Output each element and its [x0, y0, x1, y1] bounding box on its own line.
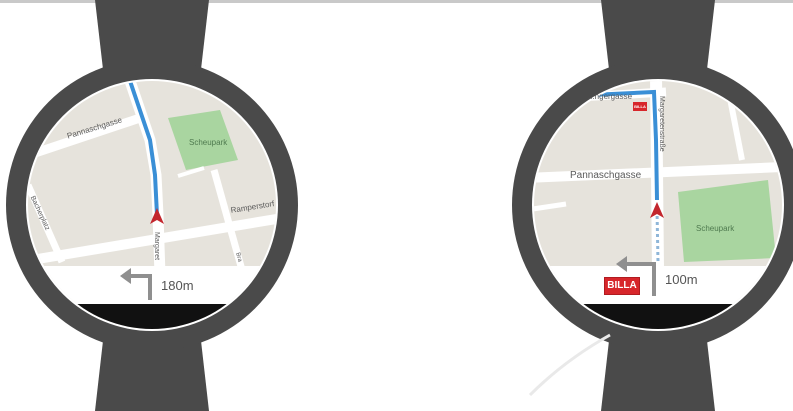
park-area: [678, 180, 776, 262]
billa-map-marker[interactable]: BILLA: [633, 102, 647, 111]
street-label-pannaschgasse: Pannaschgasse: [570, 170, 642, 181]
street-label-margareten: Margaret: [153, 232, 160, 261]
route-remaining: [655, 209, 660, 263]
distance-label: 100m: [665, 272, 698, 287]
street-label-margareten: Margaretenstraße: [658, 96, 665, 152]
street-label-zeiner: ...ngergasse: [588, 92, 633, 101]
billa-logo-badge: BILLA: [604, 277, 640, 295]
distance-label: 180m: [161, 278, 194, 293]
park-label: Scheupark: [696, 224, 735, 233]
smartwatch-left: Pannaschgasse Ramperstorf Margaret Bache…: [0, 0, 300, 411]
watermark-stroke: [528, 333, 611, 397]
park-label: Scheupark: [189, 138, 228, 147]
